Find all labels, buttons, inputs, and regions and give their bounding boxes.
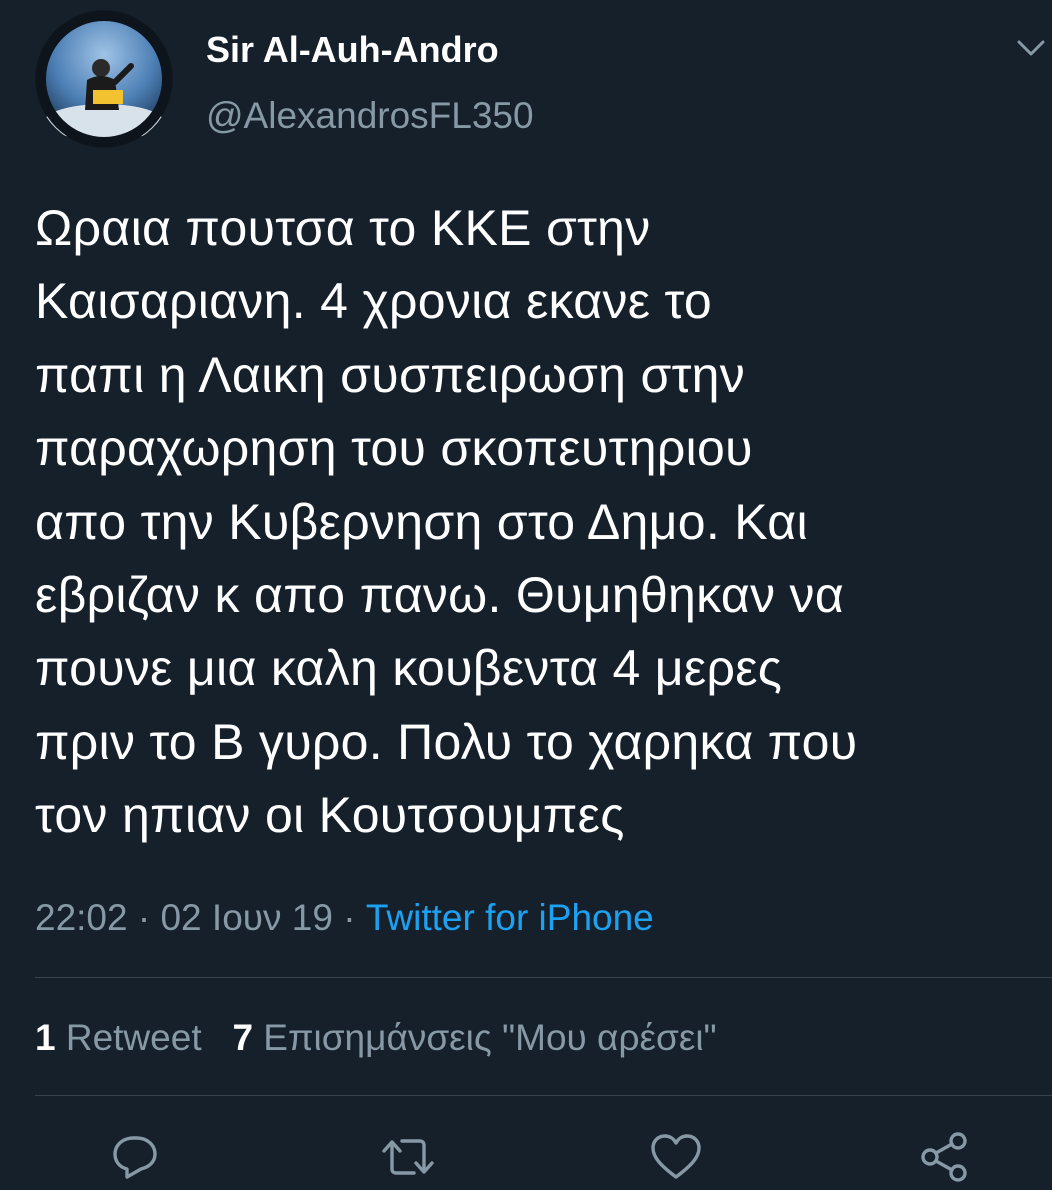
tweet-text-line: τον ηπιαν οι Κουτσουμπες: [35, 787, 625, 844]
tweet-text-line: πριν το Β γυρο. Πολυ το χαρηκα που: [35, 713, 858, 770]
share-button[interactable]: [916, 1129, 972, 1185]
tweet-meta: 22:02 · 02 Ιουν 19 · Twitter for iPhone: [35, 895, 654, 941]
like-button[interactable]: [648, 1129, 704, 1185]
tweet-stats: 1 Retweet 7 Επισημάνσεις "Μου αρέσει": [35, 1015, 717, 1061]
tweet-time: 22:02: [35, 897, 128, 938]
divider: [35, 1095, 1052, 1096]
likes-stat[interactable]: 7 Επισημάνσεις "Μου αρέσει": [232, 1017, 716, 1058]
display-name[interactable]: Sir Al-Auh-Andro: [206, 28, 499, 72]
tweet-text-line: Καισαριανη. 4 χρονια εκανε το: [35, 273, 712, 330]
tweet-text: Ωραια πουτσα το ΚΚΕ στην Καισαριανη. 4 χ…: [35, 192, 1025, 853]
tweet-text-line: παραχωρηση του σκοπευτηριου: [35, 420, 753, 477]
meta-separator: ·: [343, 897, 356, 938]
tweet-source-link[interactable]: Twitter for iPhone: [366, 897, 654, 938]
meta-separator: ·: [137, 897, 151, 938]
tweet-actions: [0, 1125, 1052, 1190]
retweet-button[interactable]: [380, 1129, 436, 1185]
share-icon: [921, 1132, 967, 1182]
tweet-text-line: απο την Κυβερνηση στο Δημο. Και: [35, 493, 808, 550]
reply-icon: [113, 1136, 157, 1179]
avatar-photo-icon: [36, 11, 172, 147]
reply-button[interactable]: [107, 1129, 163, 1185]
retweets-stat[interactable]: 1 Retweet: [35, 1017, 202, 1058]
tweet-text-line: παπι η Λαικη συσπειρωση στην: [35, 346, 746, 403]
retweets-count: 1: [35, 1017, 56, 1058]
tweet-date: 02 Ιουν 19: [160, 897, 333, 938]
tweet-text-line: Ωραια πουτσα το ΚΚΕ στην: [35, 200, 651, 256]
retweets-label: Retweet: [65, 1017, 202, 1058]
user-avatar[interactable]: [35, 10, 173, 148]
tweet-text-line: εβριζαν κ απο πανω. Θυμηθηκαν να: [35, 567, 845, 624]
likes-label: Επισημάνσεις "Μου αρέσει": [263, 1017, 717, 1058]
tweet-header: Sir Al-Auh-Andro @AlexandrosFL350: [0, 0, 1052, 170]
divider: [35, 977, 1052, 978]
tweet-text-line: πουνε μια καλη κουβεντα 4 μερες: [35, 640, 783, 697]
retweet-icon: [382, 1139, 434, 1175]
user-handle[interactable]: @AlexandrosFL350: [206, 94, 534, 138]
heart-icon: [651, 1134, 701, 1179]
chevron-down-icon[interactable]: [1015, 34, 1047, 62]
likes-count: 7: [232, 1017, 254, 1058]
